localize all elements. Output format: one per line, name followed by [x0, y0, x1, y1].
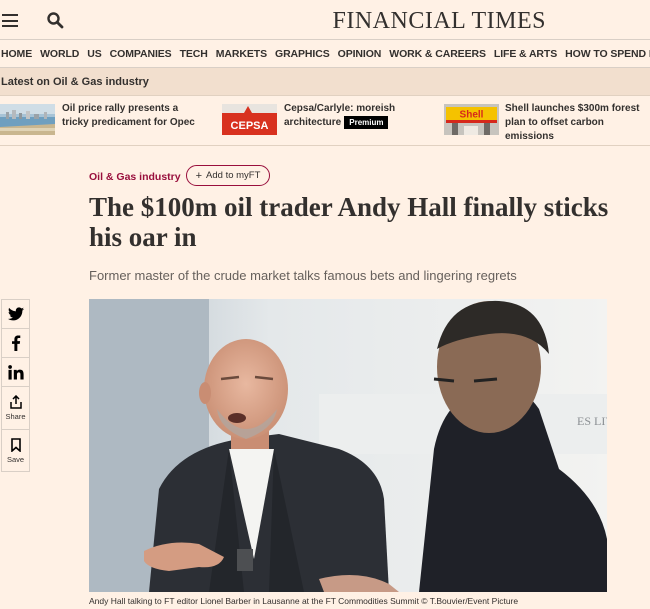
related-stories: Oil price rally presents a tricky predic… — [0, 97, 650, 145]
bookmark-icon — [10, 437, 21, 452]
plus-icon: + — [195, 169, 203, 182]
nav-item-opinion[interactable]: OPINION — [338, 48, 382, 60]
facebook-share-button[interactable] — [1, 328, 30, 357]
twitter-share-button[interactable] — [1, 299, 30, 328]
article-main-image: ES LIVE — [89, 299, 607, 592]
add-to-myft-button[interactable]: + Add to myFT — [186, 165, 270, 186]
related-thumbnail-coastline — [0, 104, 55, 135]
nav-item-how-to-spend-it[interactable]: HOW TO SPEND IT — [565, 48, 650, 60]
backdrop-text: ES LIVE — [577, 414, 607, 428]
topic-bar: Latest on Oil & Gas industry — [0, 68, 650, 96]
nav-item-tech[interactable]: TECH — [180, 48, 208, 60]
divider — [0, 145, 650, 146]
related-story-title-wrap: Cepsa/Carlyle: moreish architecture Premi… — [284, 102, 434, 130]
nav-item-graphics[interactable]: GRAPHICS — [275, 48, 330, 60]
related-story-opec[interactable]: Oil price rally presents a tricky predic… — [0, 102, 215, 136]
related-story-cepsa[interactable]: CEPSA Cepsa/Carlyle: moreish architectur… — [222, 102, 437, 136]
facebook-icon — [11, 335, 20, 351]
related-story-shell[interactable]: Shell Shell launches $300m forest plan t… — [444, 102, 650, 142]
save-label: Save — [6, 454, 25, 464]
share-rail: Share Save — [1, 299, 30, 472]
shell-logo-text: Shell — [460, 110, 484, 121]
article-standfirst: Former master of the crude market talks … — [89, 268, 517, 283]
save-button[interactable]: Save — [1, 429, 30, 472]
add-to-myft-label: Add to myFT — [206, 170, 261, 181]
image-caption: Andy Hall talking to FT editor Lionel Ba… — [89, 596, 519, 606]
nav-item-companies[interactable]: COMPANIES — [110, 48, 172, 60]
cepsa-logo-text: CEPSA — [231, 120, 269, 132]
masthead-logo[interactable]: FINANCIAL TIMES — [332, 8, 546, 35]
article-headline: The $100m oil trader Andy Hall finally s… — [89, 192, 609, 252]
related-story-title: Oil price rally presents a tricky predic… — [62, 103, 195, 128]
nav-item-work-careers[interactable]: WORK & CAREERS — [389, 48, 486, 60]
nav-item-us[interactable]: US — [87, 48, 101, 60]
twitter-icon — [7, 307, 24, 321]
nav-item-world[interactable]: WORLD — [40, 48, 79, 60]
site-header: FINANCIAL TIMES — [0, 0, 650, 40]
linkedin-share-button[interactable] — [1, 357, 30, 386]
share-button[interactable]: Share — [1, 386, 30, 429]
related-thumbnail-shell-station: Shell — [444, 104, 499, 135]
nav-item-life-arts[interactable]: LIFE & ARTS — [494, 48, 557, 60]
menu-icon[interactable] — [2, 14, 18, 27]
primary-nav: HOME WORLD US COMPANIES TECH MARKETS GRA… — [0, 41, 650, 68]
search-icon[interactable] — [46, 11, 64, 29]
premium-badge: Premium — [344, 116, 389, 129]
article-topic-link[interactable]: Oil & Gas industry — [89, 171, 181, 183]
nav-item-home[interactable]: HOME — [1, 48, 32, 60]
linkedin-icon — [7, 364, 24, 380]
related-thumbnail-cepsa-logo: CEPSA — [222, 104, 277, 135]
topic-bar-title[interactable]: Latest on Oil & Gas industry — [1, 76, 149, 88]
share-icon — [9, 395, 22, 409]
share-label: Share — [5, 412, 26, 421]
nav-item-markets[interactable]: MARKETS — [216, 48, 267, 60]
related-story-title: Shell launches $300m forest plan to offs… — [505, 103, 640, 142]
